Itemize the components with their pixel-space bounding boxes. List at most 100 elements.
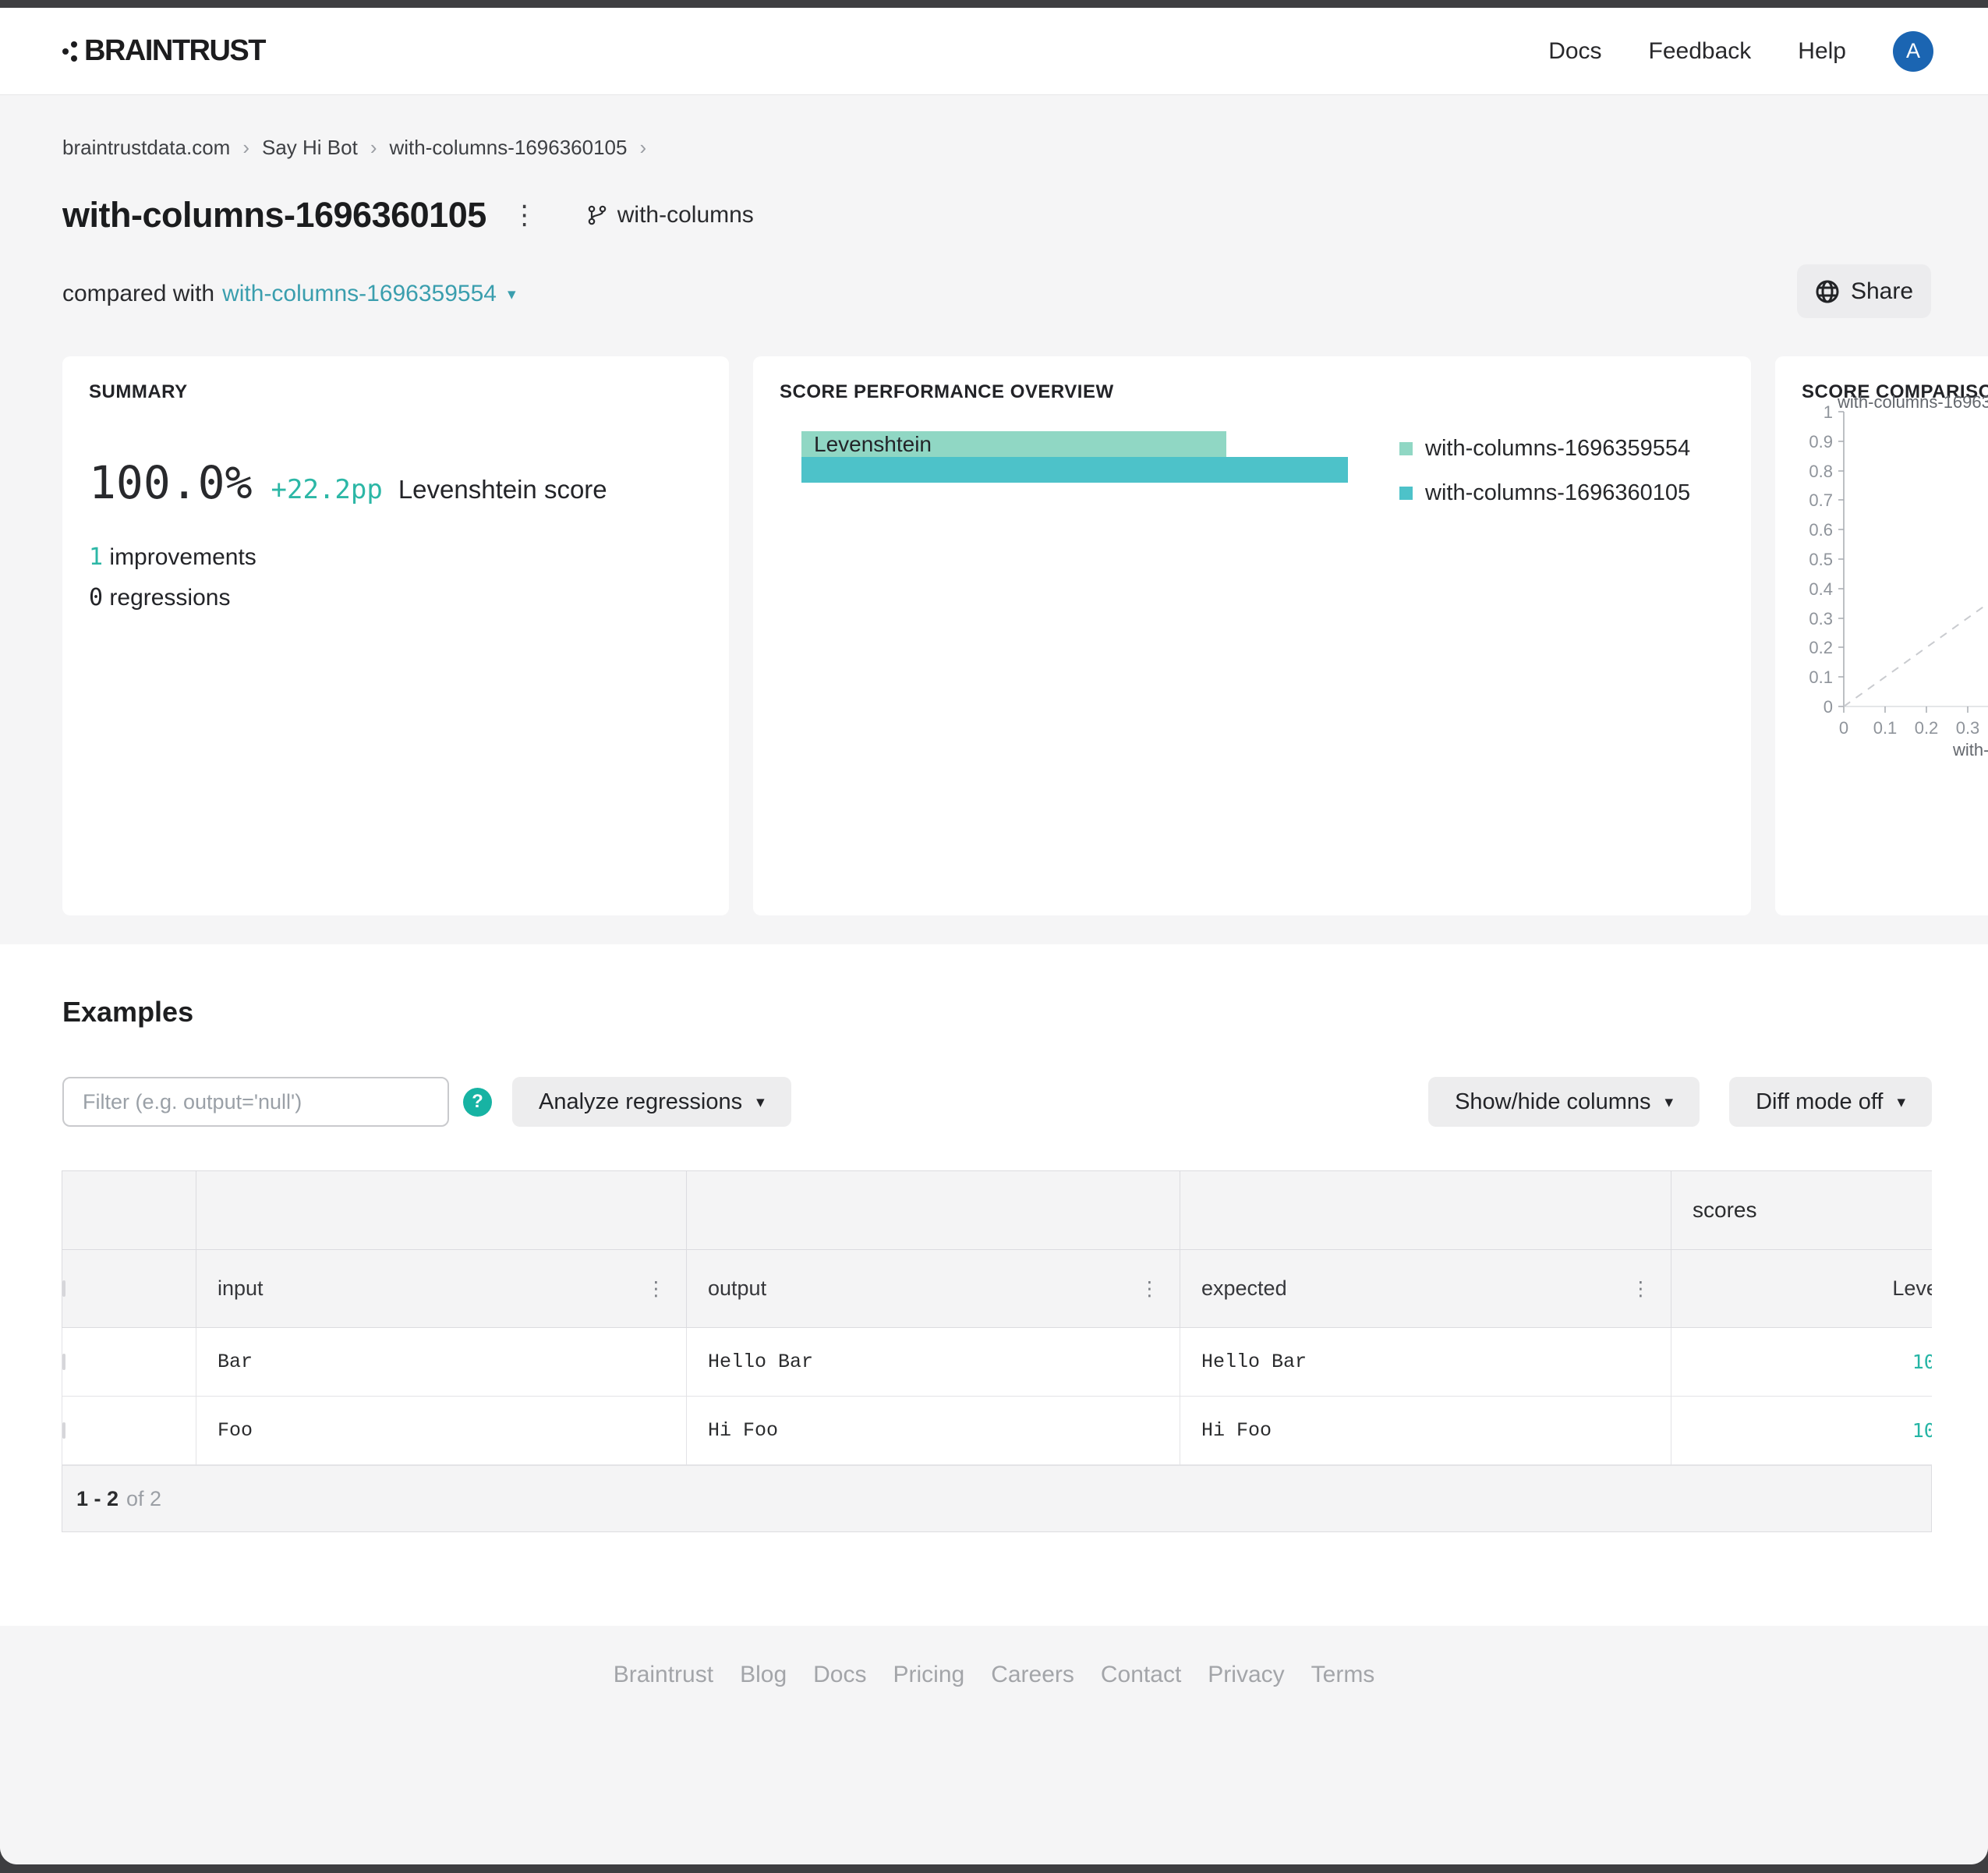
row-checkbox[interactable] <box>62 1422 65 1439</box>
pagination-range: 1 - 2 <box>76 1487 119 1511</box>
regressions-line: 0 regressions <box>89 584 230 611</box>
footer-link-docs[interactable]: Docs <box>813 1662 866 1688</box>
compared-with-prefix: compared with <box>62 281 214 307</box>
table-row[interactable]: Bar Hello Bar Hello Bar 100.0% <box>62 1328 1933 1397</box>
cell-expected[interactable]: Hi Foo <box>1180 1397 1671 1465</box>
chevron-down-icon <box>1897 1094 1905 1110</box>
chevron-down-icon <box>756 1094 765 1110</box>
experiment-header-section: braintrustdata.com Say Hi Bot with-colum… <box>0 95 1988 944</box>
table-option-buttons: Show/hide columns Diff mode off <box>1428 1077 1932 1127</box>
bar-current-experiment[interactable] <box>801 457 1348 483</box>
cell-output[interactable]: Hello Bar <box>687 1328 1180 1397</box>
levenshtein-bar-group: Levenshtein <box>801 431 1348 483</box>
analyze-regressions-label: Analyze regressions <box>539 1089 742 1115</box>
improvements-label: improvements <box>103 544 256 570</box>
cell-expected[interactable]: Hello Bar <box>1180 1328 1671 1397</box>
footer-link-terms[interactable]: Terms <box>1311 1662 1375 1688</box>
column-menu-icon[interactable] <box>1140 1277 1159 1301</box>
show-hide-columns-label: Show/hide columns <box>1455 1089 1650 1115</box>
footer-link-blog[interactable]: Blog <box>740 1662 787 1688</box>
column-group-header-row: scores <box>62 1171 1933 1250</box>
breadcrumb-project[interactable]: Say Hi Bot <box>262 136 358 160</box>
svg-text:0.2: 0.2 <box>1915 718 1939 738</box>
score-comparison-chart: with-columns-1696360105 <box>1775 356 1988 915</box>
column-header-input: input <box>218 1276 264 1301</box>
bar-metric-label: Levenshtein <box>801 432 932 457</box>
examples-section: Examples ? Analyze regressions Show/hide… <box>0 944 1988 1626</box>
diff-mode-button[interactable]: Diff mode off <box>1729 1077 1932 1127</box>
y-tick-labels: 1 0.9 0.8 0.7 0.6 0.5 0.4 0.3 0.2 0.1 0 <box>1809 402 1833 717</box>
footer-link-braintrust[interactable]: Braintrust <box>614 1662 713 1688</box>
title-row: with-columns-1696360105 with-columns <box>62 195 754 235</box>
compared-with-row: compared with with-columns-1696359554 <box>62 281 516 307</box>
table-row[interactable]: Foo Hi Foo Hi Foo 100.0% <box>62 1397 1933 1465</box>
svg-text:0.6: 0.6 <box>1809 520 1833 540</box>
svg-text:0.7: 0.7 <box>1809 490 1833 510</box>
select-all-checkbox[interactable] <box>62 1280 65 1297</box>
analyze-regressions-button[interactable]: Analyze regressions <box>512 1077 791 1127</box>
column-menu-icon[interactable] <box>646 1277 666 1301</box>
logo-text: BRAINTRUST <box>84 34 265 68</box>
row-checkbox[interactable] <box>62 1354 65 1370</box>
x-tick-labels: 0 0.1 0.2 0.3 <box>1839 718 1979 738</box>
nav-feedback[interactable]: Feedback <box>1649 38 1752 65</box>
nav-docs[interactable]: Docs <box>1548 38 1601 65</box>
page-title: with-columns-1696360105 <box>62 195 486 235</box>
cell-score[interactable]: 100.0% <box>1671 1328 1933 1397</box>
scores-group-header: scores <box>1671 1198 1756 1222</box>
column-menu-icon[interactable] <box>1631 1277 1650 1301</box>
browser-page: BRAINTRUST Docs Feedback Help A braintru… <box>0 8 1988 1864</box>
svg-text:0.1: 0.1 <box>1873 718 1898 738</box>
cell-input[interactable]: Bar <box>196 1328 687 1397</box>
examples-table-container: scores input output expected <box>62 1170 1932 1532</box>
show-hide-columns-button[interactable]: Show/hide columns <box>1428 1077 1700 1127</box>
column-header-levenshtein[interactable]: Levenshtein <box>1671 1250 1933 1328</box>
y-axis-series-label: with-columns-1696360105 <box>1837 392 1988 412</box>
legend-label-baseline: with-columns-1696359554 <box>1425 436 1690 462</box>
legend-swatch-current <box>1399 487 1413 500</box>
title-kebab-menu-icon[interactable] <box>511 202 538 228</box>
cell-input[interactable]: Foo <box>196 1397 687 1465</box>
bar-baseline-experiment[interactable]: Levenshtein <box>801 431 1226 457</box>
breadcrumb-org[interactable]: braintrustdata.com <box>62 136 230 160</box>
breadcrumb-separator <box>370 136 377 160</box>
breadcrumb-experiment[interactable]: with-columns-1696360105 <box>390 136 628 160</box>
legend-label-current: with-columns-1696360105 <box>1425 480 1690 506</box>
globe-icon <box>1815 279 1840 304</box>
cards-row: SUMMARY 100.0% +22.2pp Levenshtein score… <box>62 356 1988 915</box>
examples-heading: Examples <box>62 996 193 1029</box>
summary-score-name: Levenshtein score <box>398 475 607 505</box>
git-branch-icon <box>586 204 608 226</box>
share-button[interactable]: Share <box>1797 264 1931 318</box>
breadcrumb-separator <box>639 136 646 160</box>
filter-input[interactable] <box>62 1077 449 1127</box>
svg-text:0.3: 0.3 <box>1809 609 1833 628</box>
braintrust-logo[interactable]: BRAINTRUST <box>62 34 265 68</box>
svg-text:0: 0 <box>1824 697 1833 717</box>
improvements-count: 1 <box>89 543 103 571</box>
branch-label: with-columns <box>617 202 754 228</box>
footer-link-careers[interactable]: Careers <box>991 1662 1074 1688</box>
footer-link-contact[interactable]: Contact <box>1101 1662 1181 1688</box>
summary-score-line: 100.0% +22.2pp Levenshtein score <box>89 456 607 509</box>
footer-link-privacy[interactable]: Privacy <box>1208 1662 1284 1688</box>
svg-text:0: 0 <box>1839 718 1848 738</box>
breadcrumb-separator <box>242 136 249 160</box>
nav-help[interactable]: Help <box>1798 38 1846 65</box>
share-label: Share <box>1851 278 1913 305</box>
score-comparison-card: SCORE COMPARISON with-columns-1696360105 <box>1775 356 1988 915</box>
legend-item: with-columns-1696360105 <box>1399 480 1690 506</box>
cell-output[interactable]: Hi Foo <box>687 1397 1180 1465</box>
avatar[interactable]: A <box>1893 31 1933 72</box>
chevron-down-icon[interactable] <box>508 286 516 303</box>
compared-experiment-link[interactable]: with-columns-1696359554 <box>222 281 497 307</box>
filter-help-icon[interactable]: ? <box>463 1088 492 1117</box>
svg-text:0.5: 0.5 <box>1809 550 1833 569</box>
svg-text:0.9: 0.9 <box>1809 432 1833 451</box>
svg-text:0.3: 0.3 <box>1956 718 1980 738</box>
footer-link-pricing[interactable]: Pricing <box>893 1662 964 1688</box>
cell-score[interactable]: 100.0% <box>1671 1397 1933 1465</box>
summary-heading: SUMMARY <box>89 381 188 403</box>
header-nav: Docs Feedback Help A <box>1548 31 1933 72</box>
site-footer: Braintrust Blog Docs Pricing Careers Con… <box>0 1626 1988 1864</box>
